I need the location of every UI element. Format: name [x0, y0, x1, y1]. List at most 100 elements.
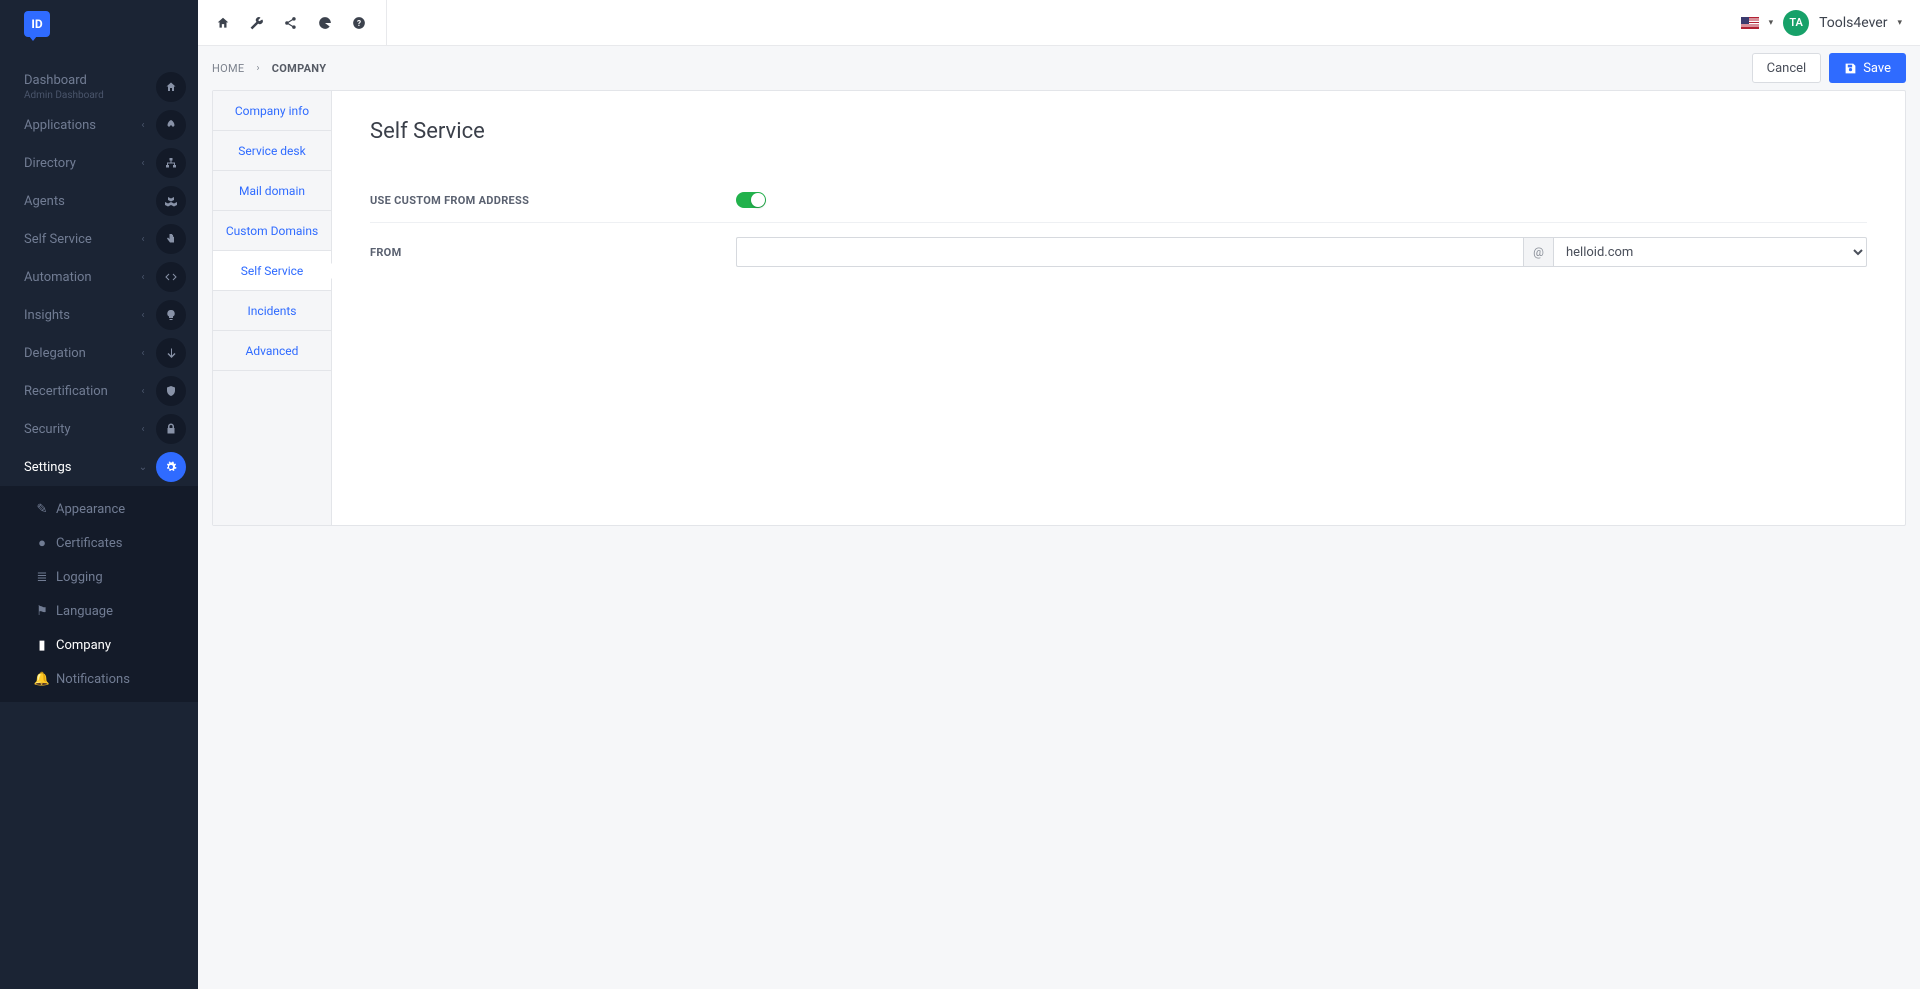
- brush-icon: ✎: [36, 502, 48, 517]
- logo-icon[interactable]: ID: [24, 11, 50, 37]
- at-icon: @: [1523, 237, 1553, 267]
- chevron-down-icon: ⌄: [136, 462, 150, 473]
- tab-mail-domain[interactable]: Mail domain: [213, 171, 331, 211]
- vertical-tabs: Company info Service desk Mail domain Cu…: [213, 91, 332, 525]
- save-icon: [1844, 62, 1857, 75]
- sidebar-item-insights[interactable]: Insights ‹: [0, 296, 198, 334]
- topbar-right: ▾ TA Tools4ever ▾: [1741, 10, 1902, 36]
- chevron-left-icon: ‹: [136, 120, 150, 131]
- panel: Company info Service desk Mail domain Cu…: [212, 90, 1906, 526]
- sidebar-item-agents[interactable]: Agents: [0, 182, 198, 220]
- dot-icon: ●: [36, 535, 48, 551]
- chevron-left-icon: ‹: [136, 348, 150, 359]
- subnav-company[interactable]: ▮Company: [0, 628, 198, 662]
- sitemap-icon: [156, 148, 186, 178]
- username-label[interactable]: Tools4ever: [1819, 15, 1887, 31]
- breadcrumb-bar: HOME › COMPANY Cancel Save: [198, 46, 1920, 90]
- chevron-left-icon: ‹: [136, 386, 150, 397]
- sidebar-item-label: Automation: [24, 270, 136, 285]
- logo-container: ID: [0, 0, 198, 48]
- subnav-appearance[interactable]: ✎Appearance: [0, 492, 198, 526]
- bell-icon: 🔔: [36, 672, 48, 687]
- home-icon[interactable]: [216, 16, 230, 30]
- list-icon: ≣: [36, 570, 48, 585]
- subnav-notifications[interactable]: 🔔Notifications: [0, 662, 198, 696]
- chevron-left-icon: ‹: [136, 234, 150, 245]
- chevron-right-icon: ›: [256, 63, 259, 74]
- shield-icon: [156, 376, 186, 406]
- chevron-left-icon: ‹: [136, 424, 150, 435]
- breadcrumb-current: COMPANY: [272, 62, 327, 75]
- tab-custom-domains[interactable]: Custom Domains: [213, 211, 331, 251]
- house-icon: [156, 72, 186, 102]
- tab-incidents[interactable]: Incidents: [213, 291, 331, 331]
- chevron-left-icon: ‹: [136, 158, 150, 169]
- use-custom-toggle[interactable]: [736, 192, 766, 208]
- save-button[interactable]: Save: [1829, 53, 1906, 83]
- sidebar-item-label: Security: [24, 422, 136, 437]
- use-custom-label: USE CUSTOM FROM ADDRESS: [370, 194, 736, 207]
- language-icon: ⚑: [36, 604, 48, 619]
- subnav-certificates[interactable]: ●Certificates: [0, 526, 198, 560]
- page-title: Self Service: [370, 119, 1867, 144]
- tab-company-info[interactable]: Company info: [213, 91, 331, 131]
- sidebar-item-security[interactable]: Security ‹: [0, 410, 198, 448]
- sidebar-item-label: Applications: [24, 118, 136, 133]
- sidebar-item-delegation[interactable]: Delegation ‹: [0, 334, 198, 372]
- gear-icon: [156, 452, 186, 482]
- building-icon: ▮: [36, 638, 48, 653]
- share-icon[interactable]: [284, 16, 298, 30]
- tab-self-service[interactable]: Self Service: [213, 251, 331, 291]
- from-input[interactable]: [736, 237, 1523, 267]
- subnav-language[interactable]: ⚑Language: [0, 594, 198, 628]
- pane: Self Service USE CUSTOM FROM ADDRESS FRO…: [332, 91, 1905, 525]
- cancel-button[interactable]: Cancel: [1752, 53, 1822, 83]
- page-actions: Cancel Save: [1752, 53, 1906, 83]
- code-icon: [156, 262, 186, 292]
- avatar[interactable]: TA: [1783, 10, 1809, 36]
- row-from: FROM @ helloid.com: [370, 223, 1867, 281]
- sidebar-item-dashboard[interactable]: Dashboard Admin Dashboard: [0, 68, 198, 106]
- flag-icon[interactable]: [1741, 17, 1759, 29]
- content: Company info Service desk Mail domain Cu…: [198, 90, 1920, 989]
- sidebar-item-label: Insights: [24, 308, 136, 323]
- domain-select[interactable]: helloid.com: [1553, 237, 1867, 267]
- help-icon[interactable]: ?: [352, 16, 366, 30]
- sidebar-item-applications[interactable]: Applications ‹: [0, 106, 198, 144]
- main-nav: Dashboard Admin Dashboard Applications ‹…: [0, 48, 198, 702]
- sidebar-item-recertification[interactable]: Recertification ‹: [0, 372, 198, 410]
- topbar: ? ▾ TA Tools4ever ▾: [198, 0, 1920, 46]
- sidebar-item-label: Self Service: [24, 232, 136, 247]
- sidebar-item-label: Recertification: [24, 384, 136, 399]
- sidebar-item-subtitle: Admin Dashboard: [24, 90, 156, 101]
- pie-chart-icon[interactable]: [318, 16, 332, 30]
- breadcrumb: HOME › COMPANY: [212, 62, 326, 75]
- wrench-icon[interactable]: [250, 16, 264, 30]
- tab-service-desk[interactable]: Service desk: [213, 131, 331, 171]
- sidebar: ID Dashboard Admin Dashboard Application…: [0, 0, 198, 989]
- save-button-label: Save: [1863, 61, 1891, 76]
- sidebar-item-label: Delegation: [24, 346, 136, 361]
- from-label: FROM: [370, 246, 736, 259]
- sidebar-item-label: Directory: [24, 156, 136, 171]
- subnav-logging[interactable]: ≣Logging: [0, 560, 198, 594]
- tab-advanced[interactable]: Advanced: [213, 331, 331, 371]
- cubes-icon: [156, 186, 186, 216]
- sidebar-item-label: Settings: [24, 460, 136, 475]
- sidebar-item-label: Agents: [24, 194, 136, 209]
- sidebar-item-directory[interactable]: Directory ‹: [0, 144, 198, 182]
- bulb-icon: [156, 300, 186, 330]
- user-caret-icon[interactable]: ▾: [1897, 18, 1902, 28]
- sidebar-item-self-service[interactable]: Self Service ‹: [0, 220, 198, 258]
- lock-icon: [156, 414, 186, 444]
- sidebar-item-settings[interactable]: Settings ⌄: [0, 448, 198, 486]
- sidebar-item-automation[interactable]: Automation ‹: [0, 258, 198, 296]
- hand-icon: [156, 224, 186, 254]
- language-caret-icon[interactable]: ▾: [1769, 18, 1774, 28]
- from-input-group: @ helloid.com: [736, 237, 1867, 267]
- main-area: ? ▾ TA Tools4ever ▾ HOME › COMPANY Cance…: [198, 0, 1920, 989]
- chevron-left-icon: ‹: [136, 272, 150, 283]
- row-use-custom-from: USE CUSTOM FROM ADDRESS: [370, 178, 1867, 223]
- settings-subnav: ✎Appearance ●Certificates ≣Logging ⚑Lang…: [0, 486, 198, 702]
- breadcrumb-home[interactable]: HOME: [212, 62, 244, 75]
